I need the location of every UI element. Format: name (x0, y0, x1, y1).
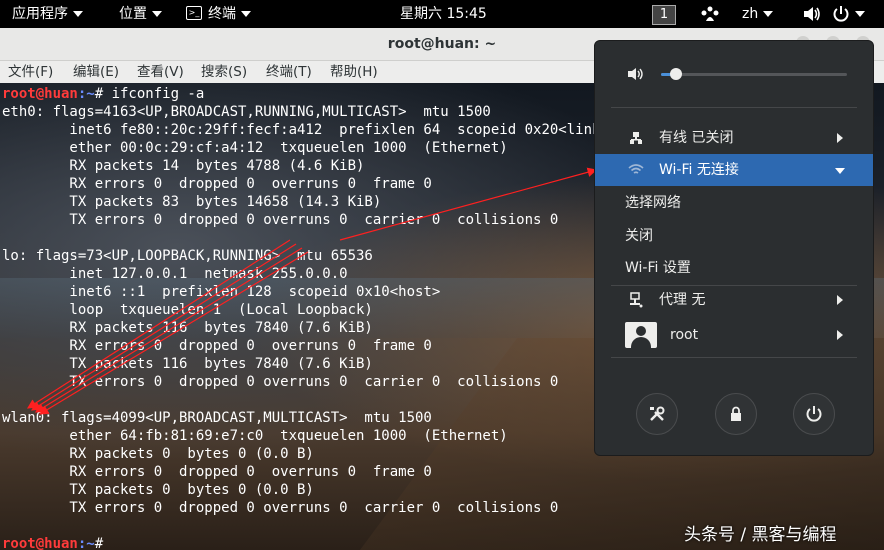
workspace-number: 1 (652, 5, 676, 25)
menu-edit[interactable]: 编辑(E) (73, 61, 119, 83)
prompt-path: :~ (77, 536, 95, 550)
proxy-label: 代理 无 (659, 292, 706, 308)
terminal-text[interactable]: root@huan:~# ifconfig -a eth0: flags=416… (2, 85, 609, 550)
applications-menu[interactable]: 应用程序 (12, 0, 83, 28)
prompt-user: root@huan (2, 536, 78, 550)
clock[interactable]: 星期六 15:45 (400, 0, 487, 28)
select-network-label: 选择网络 (625, 195, 681, 211)
wifi-settings-item[interactable]: Wi-Fi 设置 (595, 252, 873, 284)
final-prompt-text: # (94, 536, 104, 550)
command-output: eth0: flags=4163<UP,BROADCAST,RUNNING,MU… (2, 104, 609, 516)
wifi-settings-label: Wi-Fi 设置 (625, 260, 691, 276)
select-network-item[interactable]: 选择网络 (595, 187, 873, 219)
lock-button[interactable] (715, 393, 757, 435)
applications-label: 应用程序 (12, 6, 68, 22)
power-icon (833, 6, 849, 22)
wired-label: 有线 已关闭 (659, 130, 734, 146)
clock-label: 星期六 15:45 (400, 6, 487, 22)
divider (611, 357, 857, 358)
terminal-app-menu[interactable]: >_ 终端 (186, 0, 251, 28)
settings-button[interactable] (636, 393, 678, 435)
avatar (625, 322, 657, 348)
chevron-right-icon (837, 295, 843, 305)
menu-terminal[interactable]: 终端(T) (266, 61, 312, 83)
command-text: # ifconfig -a (94, 86, 205, 102)
system-menu: 有线 已关闭 Wi-Fi 无连接 选择网络 关闭 Wi-Fi 设置 代理 无 r… (594, 40, 874, 456)
tools-icon (650, 406, 665, 421)
prompt-path: :~ (77, 86, 95, 102)
volume-slider[interactable] (661, 73, 847, 76)
menu-search[interactable]: 搜索(S) (201, 61, 247, 83)
user-menu-item[interactable]: root (595, 319, 873, 351)
places-menu[interactable]: 位置 (119, 0, 162, 28)
menu-view[interactable]: 查看(V) (137, 61, 184, 83)
chevron-right-icon (837, 133, 843, 143)
wifi-turn-off-item[interactable]: 关闭 (595, 220, 873, 252)
top-bar: 应用程序 位置 >_ 终端 星期六 15:45 1 zh (0, 0, 884, 28)
turn-off-label: 关闭 (625, 228, 653, 244)
wifi-label: Wi-Fi 无连接 (659, 162, 739, 178)
menu-help[interactable]: 帮助(H) (330, 61, 378, 83)
chevron-down-icon (241, 11, 251, 17)
prompt-user: root@huan (2, 86, 78, 102)
chevron-down-icon (835, 168, 845, 174)
power-icon (806, 406, 822, 422)
wifi-icon (625, 154, 647, 186)
input-method-menu[interactable]: zh (742, 0, 774, 28)
terminal-app-label: 终端 (208, 6, 236, 22)
chevron-down-icon (855, 11, 865, 17)
accessibility-icon[interactable] (700, 0, 720, 28)
watermark: 头条号 / 黑客与编程 (684, 525, 837, 545)
volume-slider-handle[interactable] (669, 68, 682, 80)
user-label: root (670, 327, 699, 343)
wired-network-icon (625, 122, 647, 154)
terminal-icon: >_ (186, 6, 202, 20)
workspace-indicator[interactable]: 1 (652, 0, 676, 28)
lock-icon (731, 406, 741, 421)
chevron-down-icon (763, 11, 774, 17)
wifi-menu-item[interactable]: Wi-Fi 无连接 (595, 154, 873, 186)
wired-menu-item[interactable]: 有线 已关闭 (595, 122, 873, 154)
proxy-menu-item[interactable]: 代理 无 (595, 284, 873, 316)
chevron-down-icon (152, 11, 162, 17)
input-method-label: zh (742, 6, 759, 22)
power-off-button[interactable] (793, 393, 835, 435)
chevron-right-icon (837, 330, 843, 340)
volume-icon (628, 68, 643, 80)
power-menu[interactable] (832, 0, 865, 28)
menu-file[interactable]: 文件(F) (8, 61, 53, 83)
places-label: 位置 (119, 6, 147, 22)
divider (611, 107, 857, 108)
chevron-down-icon (73, 11, 83, 17)
proxy-icon (625, 284, 647, 316)
volume-status-icon[interactable] (803, 0, 821, 28)
